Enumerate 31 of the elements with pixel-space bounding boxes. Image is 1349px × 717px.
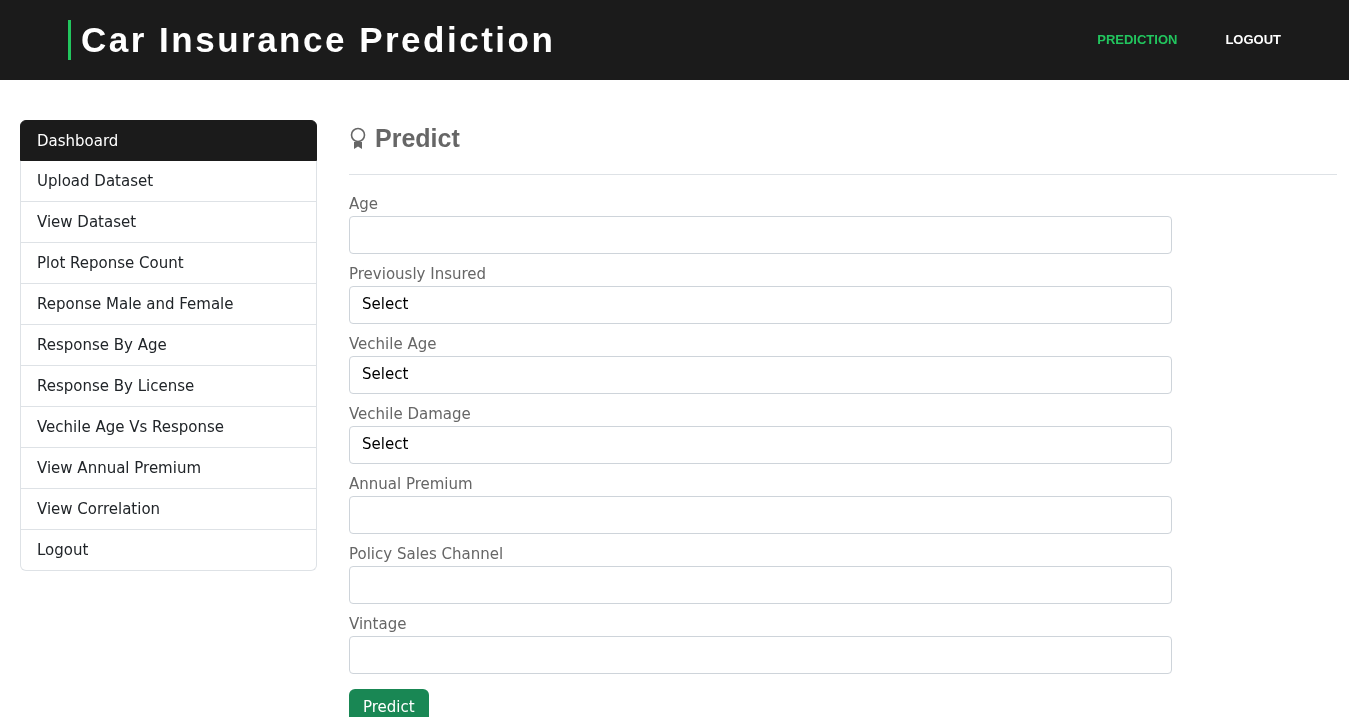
- input-field[interactable]: [349, 635, 1172, 674]
- page-title: Predict: [375, 123, 460, 154]
- sidebar-item[interactable]: Upload Dataset: [20, 161, 317, 202]
- input-field[interactable]: [349, 565, 1172, 604]
- sidebar-item[interactable]: Reponse Male and Female: [20, 284, 317, 325]
- field-label: Previously Insured: [349, 263, 488, 285]
- nav-link[interactable]: PREDICTION: [1097, 30, 1178, 50]
- sidebar-item[interactable]: Plot Reponse Count: [20, 243, 317, 284]
- app-title: Car Insurance Prediction: [68, 20, 556, 60]
- field-label: Policy Sales Channel: [349, 543, 505, 565]
- input-field[interactable]: [349, 495, 1172, 534]
- field-label: Vechile Age: [349, 333, 438, 355]
- select-field[interactable]: Select: [349, 285, 1172, 324]
- field-label: Annual Premium: [349, 473, 474, 495]
- field-label: Age: [349, 193, 379, 215]
- select-field[interactable]: Select: [349, 355, 1172, 394]
- predict-button[interactable]: Predict: [349, 688, 429, 717]
- input-field[interactable]: [349, 215, 1172, 254]
- nav-link[interactable]: LOGOUT: [1225, 30, 1281, 50]
- sidebar-item[interactable]: Response By License: [20, 366, 317, 407]
- select-field[interactable]: Select: [349, 425, 1172, 464]
- award-icon: [349, 126, 367, 151]
- sidebar-item[interactable]: Vechile Age Vs Response: [20, 407, 317, 448]
- sidebar-item[interactable]: Logout: [20, 530, 317, 571]
- sidebar-item[interactable]: Dashboard: [20, 120, 317, 161]
- sidebar-item[interactable]: Response By Age: [20, 325, 317, 366]
- sidebar-item[interactable]: View Correlation: [20, 489, 317, 530]
- sidebar-item[interactable]: View Dataset: [20, 202, 317, 243]
- sidebar-item[interactable]: View Annual Premium: [20, 448, 317, 489]
- field-label: Vechile Damage: [349, 403, 472, 425]
- field-label: Vintage: [349, 613, 408, 635]
